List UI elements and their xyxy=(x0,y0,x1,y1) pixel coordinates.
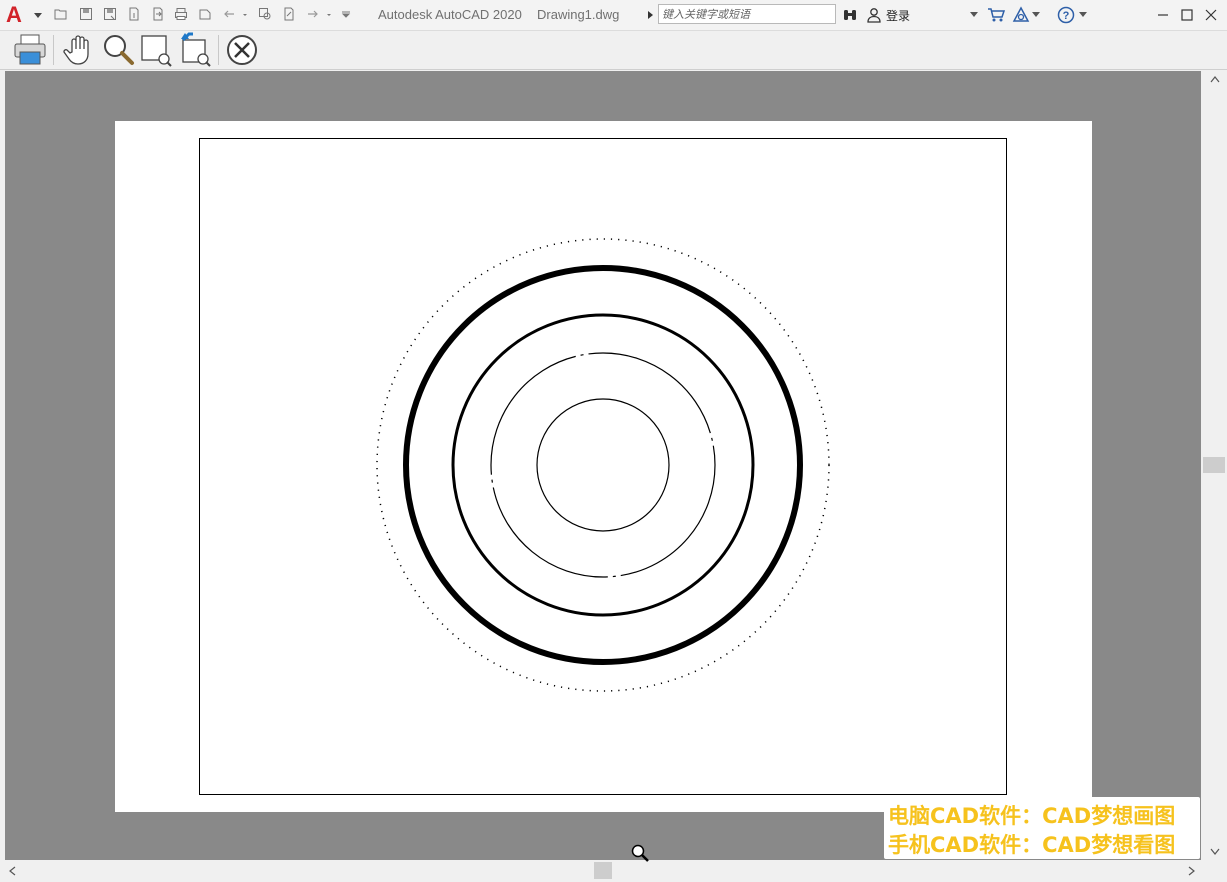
horizontal-scroll-thumb[interactable] xyxy=(594,862,612,879)
save-icon[interactable] xyxy=(79,7,93,21)
export-icon[interactable] xyxy=(151,7,165,21)
zoom-icon[interactable] xyxy=(100,32,136,68)
toolbar-separator xyxy=(53,35,54,65)
autodesk-a360-icon[interactable] xyxy=(1012,6,1030,24)
customize-qat-icon[interactable] xyxy=(340,7,352,21)
center-line-circle xyxy=(490,352,716,578)
zoom-cursor-icon xyxy=(631,844,649,862)
login-link[interactable]: 登录 xyxy=(886,7,910,24)
undo-icon[interactable] xyxy=(222,7,236,21)
vertical-scroll-thumb[interactable] xyxy=(1203,457,1225,473)
inner-circle xyxy=(536,398,670,532)
help-dropdown-icon[interactable] xyxy=(1079,12,1087,18)
user-icon[interactable] xyxy=(866,7,882,23)
zoom-previous-icon[interactable] xyxy=(177,32,213,68)
redo-icon[interactable] xyxy=(306,7,320,21)
find-icon[interactable] xyxy=(258,7,272,21)
search-expand-icon[interactable] xyxy=(648,11,653,19)
file-name: Drawing1.dwg xyxy=(537,7,620,22)
close-preview-icon[interactable] xyxy=(224,32,260,68)
drawing-border-rectangle xyxy=(199,138,1007,795)
binoculars-icon[interactable] xyxy=(842,7,858,23)
scroll-left-icon[interactable] xyxy=(8,866,16,876)
medium-circle xyxy=(451,313,755,617)
close-icon[interactable] xyxy=(1201,5,1221,25)
preview-toolbar xyxy=(0,31,1227,70)
vertical-scrollbar[interactable] xyxy=(1201,71,1227,860)
thick-circle xyxy=(403,265,803,665)
pan-hand-icon[interactable] xyxy=(61,32,97,68)
zoom-window-icon[interactable] xyxy=(138,32,174,68)
login-dropdown-icon[interactable] xyxy=(970,12,978,18)
svg-text:?: ? xyxy=(1063,10,1070,22)
chevron-down-icon xyxy=(34,13,42,18)
watermark-line-1: 电脑CAD软件：CAD梦想画图 xyxy=(888,804,1176,828)
open-icon[interactable] xyxy=(54,7,68,21)
print-icon[interactable] xyxy=(12,32,48,68)
plot-icon[interactable] xyxy=(174,7,188,21)
scroll-down-icon[interactable] xyxy=(1210,848,1220,856)
autocad-logo-icon: A xyxy=(6,2,22,27)
scroll-up-icon[interactable] xyxy=(1210,75,1220,83)
title-bar: A Autodesk AutoCAD 2020 Drawing1.dwg 登录 … xyxy=(0,0,1227,31)
save-as-icon[interactable] xyxy=(103,7,117,21)
a360-dropdown-icon[interactable] xyxy=(1032,12,1040,18)
toolbar-separator xyxy=(218,35,219,65)
scroll-right-icon[interactable] xyxy=(1188,866,1196,876)
share-icon[interactable] xyxy=(282,7,296,21)
search-input[interactable] xyxy=(662,6,832,22)
blank-icon[interactable] xyxy=(198,7,212,21)
outer-dotted-circle xyxy=(376,238,830,692)
search-box[interactable] xyxy=(658,4,836,24)
minimize-icon[interactable] xyxy=(1153,5,1173,25)
undo-dropdown-icon[interactable] xyxy=(240,7,250,21)
cart-icon[interactable] xyxy=(987,7,1005,23)
application-menu-button[interactable]: A xyxy=(4,3,44,27)
horizontal-scrollbar[interactable] xyxy=(0,860,1227,882)
drawing-canvas xyxy=(199,138,1007,795)
app-title: Autodesk AutoCAD 2020 xyxy=(378,7,522,22)
redo-dropdown-icon[interactable] xyxy=(324,7,334,21)
help-icon[interactable]: ? xyxy=(1057,6,1075,24)
watermark: 电脑CAD软件：CAD梦想画图 手机CAD软件：CAD梦想看图 xyxy=(884,797,1200,859)
publish-icon[interactable] xyxy=(127,7,141,21)
watermark-line-2: 手机CAD软件：CAD梦想看图 xyxy=(888,833,1176,857)
preview-viewport[interactable] xyxy=(5,71,1201,860)
maximize-icon[interactable] xyxy=(1177,5,1197,25)
